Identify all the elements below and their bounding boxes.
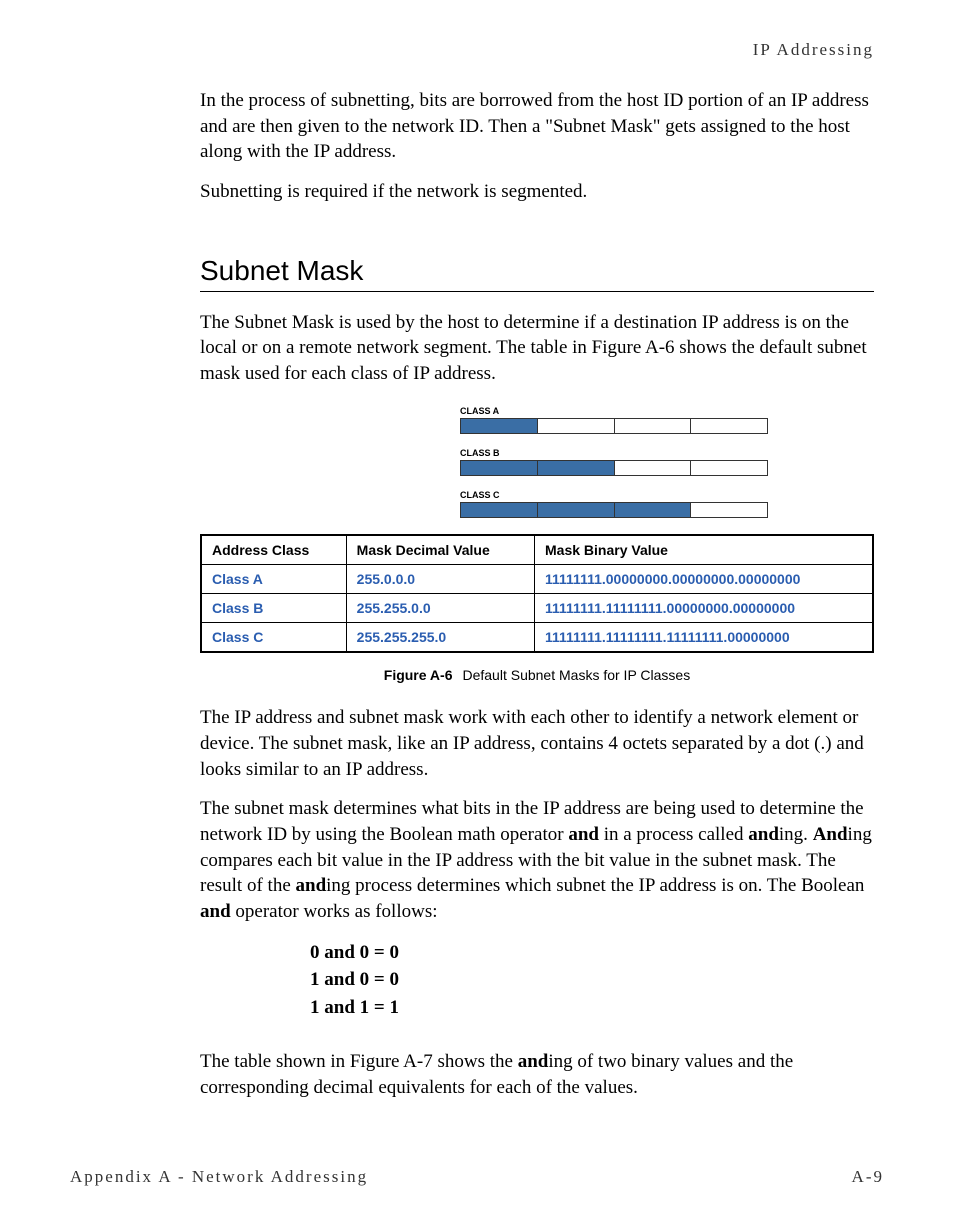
table-cell: 255.255.0.0 <box>346 594 534 623</box>
table-cell: Class A <box>201 565 346 594</box>
page-content: In the process of subnetting, bits are b… <box>200 88 874 1101</box>
table-header-decimal: Mask Decimal Value <box>346 535 534 565</box>
boolean-line-3: 1 and 1 = 1 <box>310 994 874 1022</box>
boolean-line-1: 0 and 0 = 0 <box>310 939 874 967</box>
class-b-seg-4 <box>691 461 767 475</box>
page-header-section: IP Addressing <box>70 40 874 60</box>
subnet-mask-table: Address Class Mask Decimal Value Mask Bi… <box>200 534 874 653</box>
class-b-bar <box>460 460 768 476</box>
after-table-paragraph-2: The subnet mask determines what bits in … <box>200 796 874 924</box>
text-span: The table shown in Figure A-7 shows the <box>200 1051 518 1072</box>
footer-left: Appendix A - Network Addressing <box>70 1167 368 1187</box>
figure-caption: Figure A-6 Default Subnet Masks for IP Cl… <box>200 667 874 683</box>
text-span: in a process called <box>599 824 748 845</box>
class-c-bar <box>460 502 768 518</box>
table-cell: 255.0.0.0 <box>346 565 534 594</box>
class-c-row: CLASS C <box>460 490 874 518</box>
section-paragraph-1: The Subnet Mask is used by the host to d… <box>200 310 874 387</box>
table-header-class: Address Class <box>201 535 346 565</box>
class-c-seg-1 <box>461 503 538 517</box>
bold-and: and <box>748 824 779 845</box>
text-span: ing process determines which subnet the … <box>326 875 864 896</box>
subnet-class-diagram: CLASS A CLASS B CLASS C <box>460 406 874 518</box>
bold-and: and <box>518 1051 549 1072</box>
table-row: Class B 255.255.0.0 11111111.11111111.00… <box>201 594 873 623</box>
table-row: Class A 255.0.0.0 11111111.00000000.0000… <box>201 565 873 594</box>
table-cell: 11111111.11111111.00000000.00000000 <box>535 594 874 623</box>
text-span: operator works as follows: <box>231 901 438 922</box>
class-c-seg-2 <box>538 503 615 517</box>
after-table-paragraph-1: The IP address and subnet mask work with… <box>200 705 874 782</box>
section-rule <box>200 291 874 292</box>
class-a-seg-4 <box>691 419 767 433</box>
class-a-bar <box>460 418 768 434</box>
closing-paragraph: The table shown in Figure A-7 shows the … <box>200 1049 874 1100</box>
class-a-seg-2 <box>538 419 615 433</box>
class-a-seg-1 <box>461 419 538 433</box>
bold-and: and <box>200 901 231 922</box>
class-b-row: CLASS B <box>460 448 874 476</box>
table-header-binary: Mask Binary Value <box>535 535 874 565</box>
page-footer: Appendix A - Network Addressing A-9 <box>70 1167 884 1187</box>
bold-and: and <box>568 824 599 845</box>
class-c-seg-4 <box>691 503 767 517</box>
class-c-label: CLASS C <box>460 490 874 500</box>
intro-paragraph-2: Subnetting is required if the network is… <box>200 179 874 205</box>
text-span: ing. <box>779 824 813 845</box>
bold-and: and <box>296 875 327 896</box>
class-a-row: CLASS A <box>460 406 874 434</box>
class-b-seg-3 <box>615 461 692 475</box>
class-a-seg-3 <box>615 419 692 433</box>
table-cell: 11111111.00000000.00000000.00000000 <box>535 565 874 594</box>
table-cell: Class B <box>201 594 346 623</box>
class-b-seg-1 <box>461 461 538 475</box>
footer-right: A-9 <box>852 1167 884 1187</box>
boolean-line-2: 1 and 0 = 0 <box>310 966 874 994</box>
table-cell: 11111111.11111111.11111111.00000000 <box>535 623 874 653</box>
table-header-row: Address Class Mask Decimal Value Mask Bi… <box>201 535 873 565</box>
section-title-subnet-mask: Subnet Mask <box>200 255 874 287</box>
class-b-seg-2 <box>538 461 615 475</box>
figure-caption-text: Default Subnet Masks for IP Classes <box>462 667 690 683</box>
bold-and: And <box>813 824 848 845</box>
table-cell: 255.255.255.0 <box>346 623 534 653</box>
table-cell: Class C <box>201 623 346 653</box>
intro-paragraph-1: In the process of subnetting, bits are b… <box>200 88 874 165</box>
class-c-seg-3 <box>615 503 692 517</box>
class-a-label: CLASS A <box>460 406 874 416</box>
class-b-label: CLASS B <box>460 448 874 458</box>
table-row: Class C 255.255.255.0 11111111.11111111.… <box>201 623 873 653</box>
figure-label: Figure A-6 <box>384 667 453 683</box>
boolean-truth-lines: 0 and 0 = 0 1 and 0 = 0 1 and 1 = 1 <box>310 939 874 1022</box>
